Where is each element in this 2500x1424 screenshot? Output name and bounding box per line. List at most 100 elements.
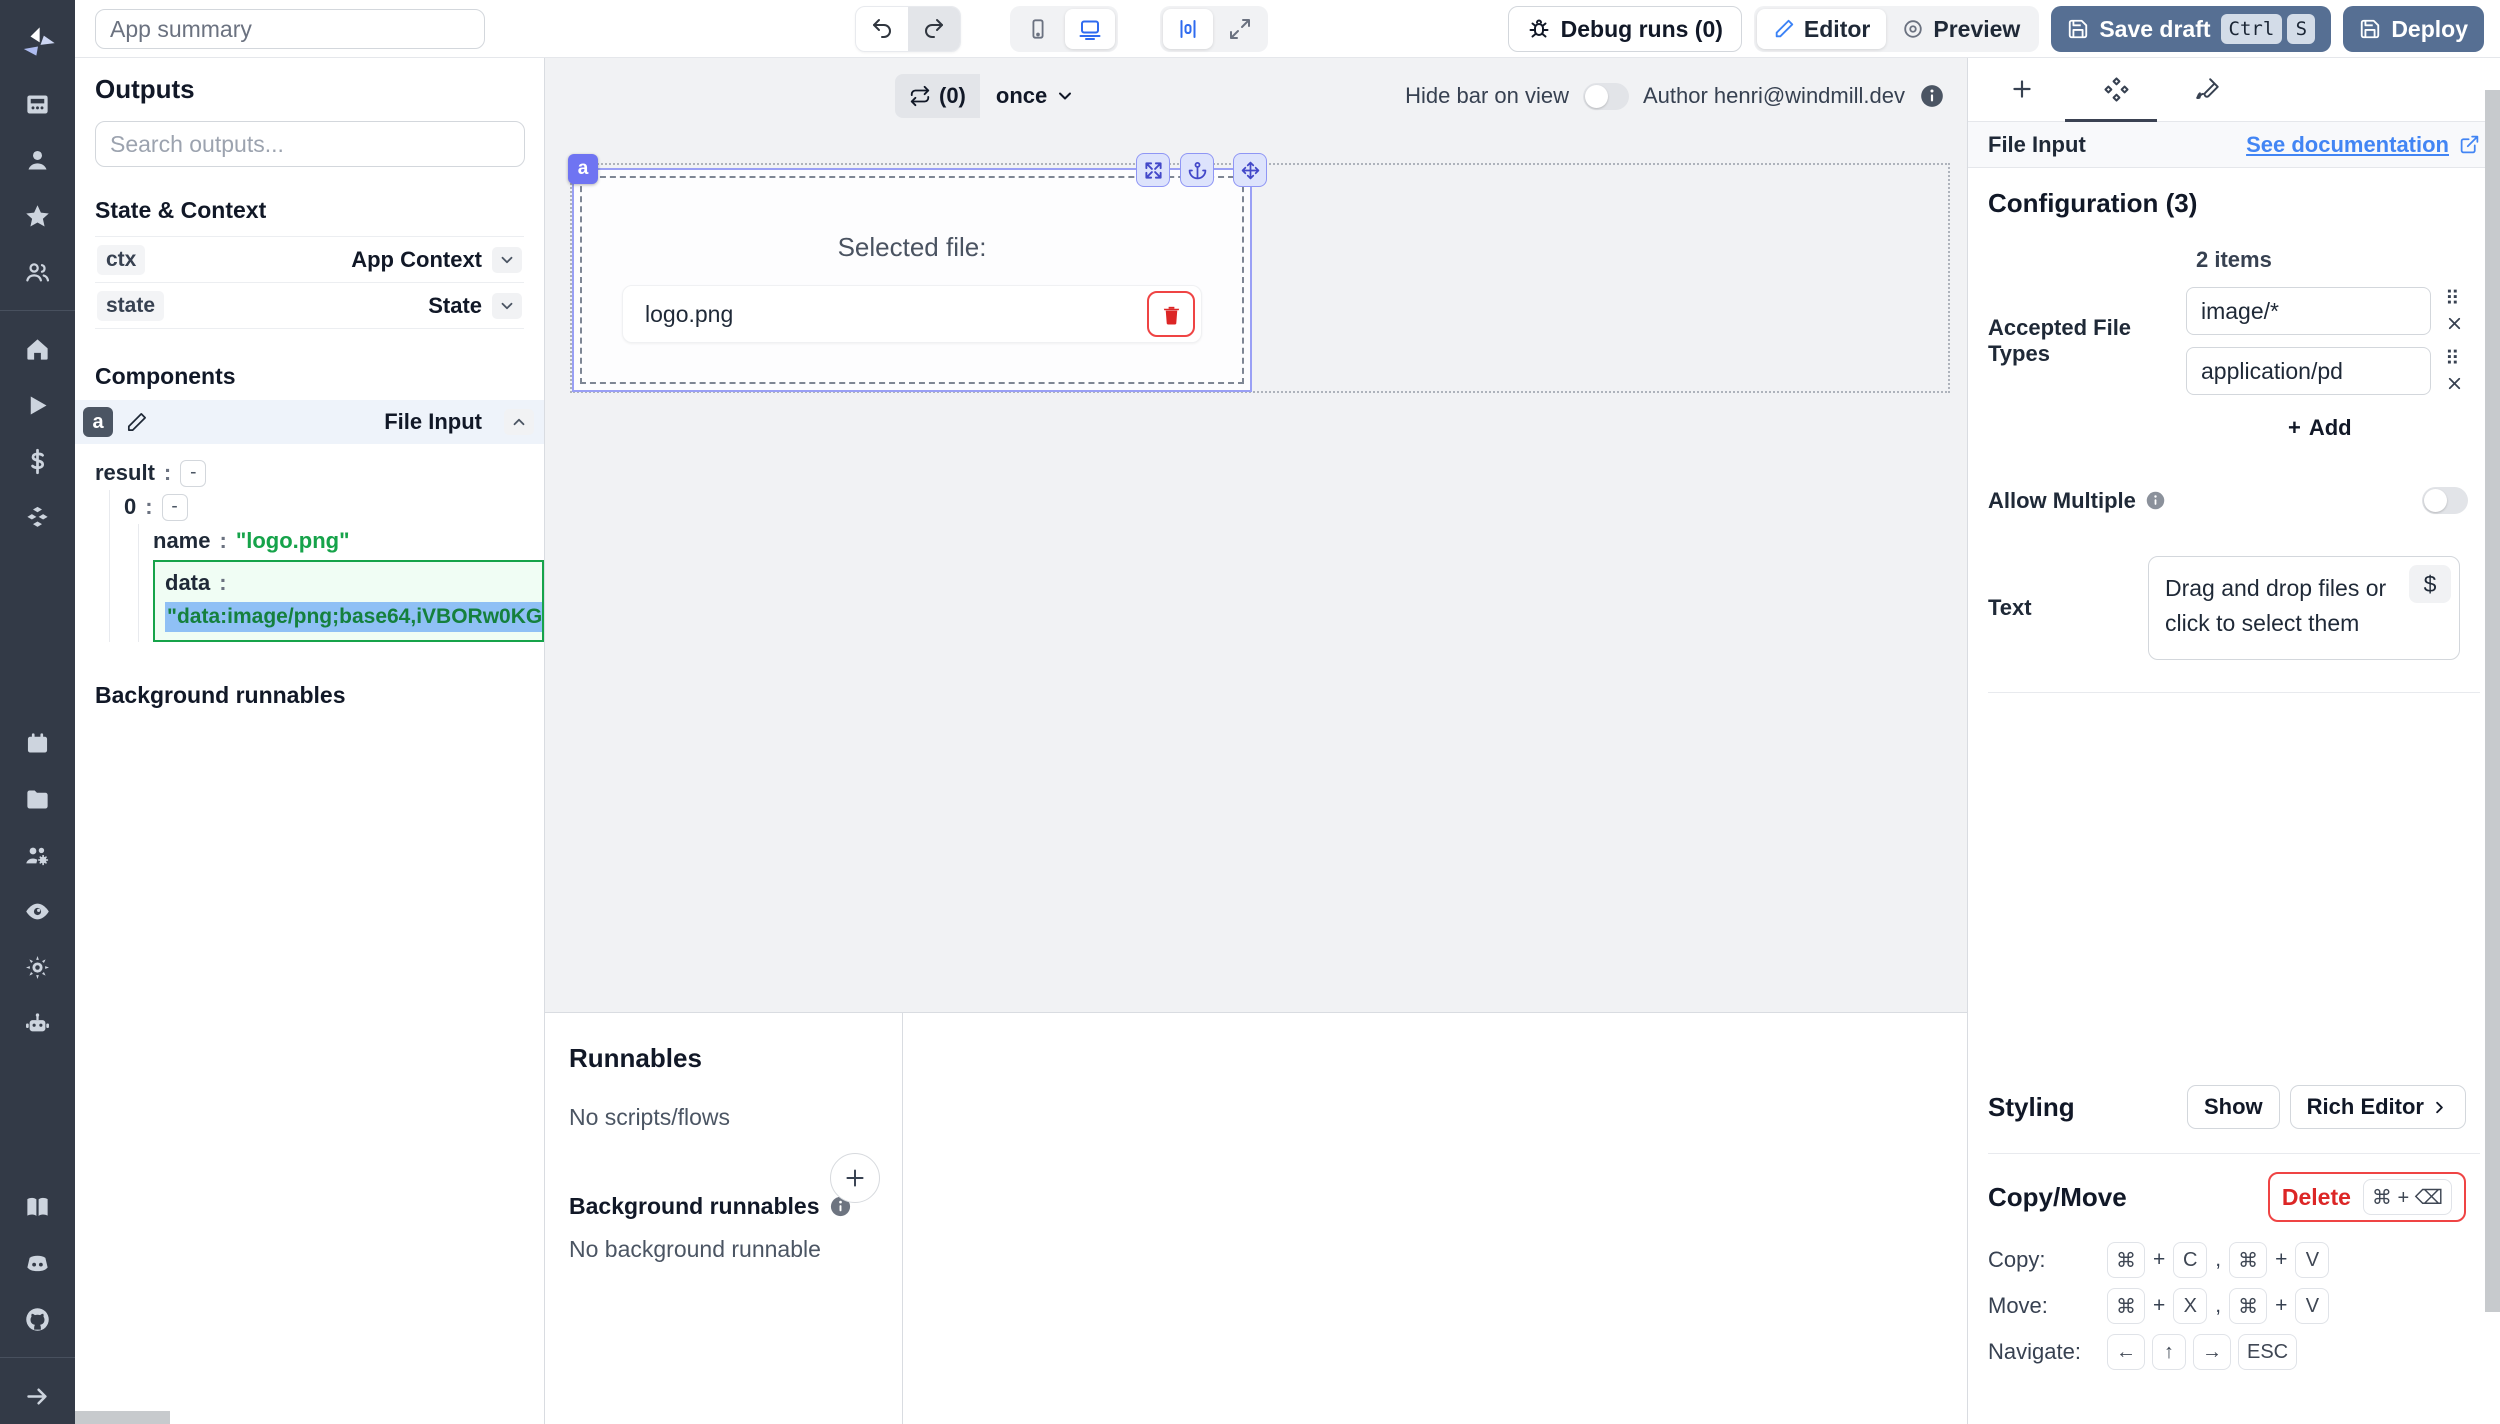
collapse-toggle[interactable]: - — [162, 494, 188, 521]
connect-expression-button[interactable]: $ — [2409, 565, 2451, 603]
search-outputs-input[interactable] — [95, 121, 525, 167]
active-tab-underline — [2065, 119, 2157, 122]
calendar-icon[interactable] — [0, 715, 75, 771]
chevron-up-icon[interactable] — [504, 409, 534, 435]
home-icon[interactable] — [0, 321, 75, 377]
result-key: result — [95, 460, 155, 486]
add-background-runnable-button[interactable] — [830, 1153, 880, 1203]
editor-label: Editor — [1804, 16, 1870, 43]
rail-divider — [0, 1357, 75, 1358]
background-runnables-heading: Background runnables — [569, 1193, 819, 1220]
key-chip: V — [2295, 1288, 2329, 1324]
drag-handle-icon[interactable]: ⠿ — [2445, 289, 2464, 309]
component-output-header[interactable]: a File Input — [75, 400, 544, 444]
star-icon[interactable] — [0, 188, 75, 244]
see-documentation-link[interactable]: See documentation — [2246, 132, 2480, 158]
colon: : — [219, 528, 226, 554]
chevron-down-icon[interactable] — [492, 247, 522, 273]
allow-multiple-toggle[interactable] — [2422, 487, 2468, 514]
component-badge: a — [568, 154, 598, 184]
deploy-button[interactable]: Deploy — [2343, 6, 2484, 52]
data-row-selected[interactable]: data : "data:image/png;base64,iVBORw0KGg… — [153, 560, 544, 642]
output-row-state[interactable]: state State — [95, 283, 524, 329]
info-icon[interactable] — [1919, 83, 1945, 109]
app-canvas[interactable]: (0) once Hide bar on view Author henri@w… — [545, 58, 1967, 1012]
user-icon[interactable] — [0, 132, 75, 188]
save-draft-label: Save draft — [2099, 16, 2210, 43]
collapse-toggle[interactable]: - — [180, 460, 206, 487]
redo-button[interactable] — [908, 6, 960, 52]
center-layout-button[interactable] — [1163, 9, 1213, 49]
vertical-scrollbar[interactable] — [2485, 90, 2500, 1312]
drag-handle-icon[interactable]: ⠿ — [2445, 349, 2464, 369]
mobile-view-button[interactable] — [1013, 9, 1063, 49]
editor-tab[interactable]: Editor — [1757, 9, 1886, 49]
apps-icon[interactable] — [0, 76, 75, 132]
move-shortcut-row: Move: ⌘+X,⌘+V — [1988, 1288, 2480, 1324]
ctx-key: ctx — [97, 245, 145, 275]
name-row[interactable]: name : "logo.png" — [153, 524, 524, 558]
expand-rail-icon[interactable] — [0, 1368, 75, 1424]
file-type-input-1[interactable] — [2186, 287, 2431, 335]
styling-tab[interactable] — [2168, 58, 2248, 120]
preview-tab[interactable]: Preview — [1886, 9, 2036, 49]
component-settings-tab[interactable] — [2076, 58, 2156, 120]
interval-select[interactable]: once — [980, 74, 1091, 118]
output-row-ctx[interactable]: ctx App Context — [95, 237, 524, 283]
index-row[interactable]: 0 : - — [124, 490, 524, 524]
app-summary-input[interactable] — [95, 9, 485, 49]
topbar: ⋮ Debug runs (0) Editor Preview Save dra… — [75, 0, 2500, 58]
show-styling-button[interactable]: Show — [2187, 1085, 2280, 1129]
play-icon[interactable] — [0, 377, 75, 433]
result-row[interactable]: result : - — [95, 456, 524, 490]
outputs-panel: Outputs State & Context ctx App Context … — [75, 58, 545, 1424]
undo-button[interactable] — [856, 6, 908, 52]
device-toggle-group — [1010, 6, 1118, 52]
rich-editor-button[interactable]: Rich Editor — [2290, 1085, 2466, 1129]
runnables-title: Runnables — [569, 1043, 878, 1074]
remove-item-button[interactable] — [2445, 374, 2464, 393]
file-input-component[interactable]: a Selected file: logo.png — [572, 168, 1252, 392]
anchor-handle[interactable] — [1180, 153, 1214, 187]
hide-bar-toggle[interactable] — [1583, 83, 1629, 110]
expand-layout-button[interactable] — [1215, 9, 1265, 49]
gear-icon[interactable] — [0, 939, 75, 995]
remove-item-button[interactable] — [2445, 314, 2464, 333]
chevron-down-icon[interactable] — [492, 293, 522, 319]
key-chip: ← — [2107, 1334, 2145, 1370]
key-separator: , — [2215, 1248, 2221, 1272]
resources-icon[interactable] — [0, 489, 75, 545]
interval-value: once — [996, 83, 1047, 109]
edit-pencil-icon[interactable] — [125, 411, 148, 434]
info-icon[interactable] — [2145, 490, 2166, 511]
eye-icon[interactable] — [0, 883, 75, 939]
user-group-icon[interactable] — [0, 244, 75, 300]
robot-icon[interactable] — [0, 995, 75, 1051]
github-icon[interactable] — [0, 1291, 75, 1347]
text-value-input[interactable]: Drag and drop files or click to select t… — [2148, 556, 2460, 660]
key-chip: S — [2287, 14, 2315, 44]
insert-component-tab[interactable] — [1982, 58, 2062, 120]
desktop-view-button[interactable] — [1065, 9, 1115, 49]
windmill-logo[interactable] — [18, 12, 58, 76]
state-type: State — [428, 293, 482, 319]
folder-icon[interactable] — [0, 771, 75, 827]
file-type-input-2[interactable] — [2186, 347, 2431, 395]
dollar-icon[interactable] — [0, 433, 75, 489]
delete-label: Delete — [2282, 1184, 2351, 1211]
move-handle[interactable] — [1233, 153, 1267, 187]
horizontal-scrollbar[interactable] — [75, 1411, 170, 1424]
refresh-icon — [909, 85, 931, 107]
author-label: Author henri@windmill.dev — [1643, 83, 1905, 109]
debug-runs-button[interactable]: Debug runs (0) — [1508, 6, 1742, 52]
add-file-type-button[interactable]: + Add — [2288, 415, 2352, 441]
expand-handle[interactable] — [1136, 153, 1170, 187]
discord-icon[interactable] — [0, 1235, 75, 1291]
refresh-button[interactable]: (0) — [895, 74, 980, 118]
delete-component-button[interactable]: Delete ⌘ + ⌫ — [2268, 1172, 2466, 1222]
save-draft-button[interactable]: Save draft CtrlS — [2051, 6, 2331, 52]
shortcut-hints: Copy: ⌘+C,⌘+V Move: ⌘+X,⌘+V Navigate: ←↑… — [1988, 1242, 2480, 1370]
book-icon[interactable] — [0, 1179, 75, 1235]
group-gear-icon[interactable] — [0, 827, 75, 883]
copy-keys: ⌘+C,⌘+V — [2107, 1242, 2329, 1278]
